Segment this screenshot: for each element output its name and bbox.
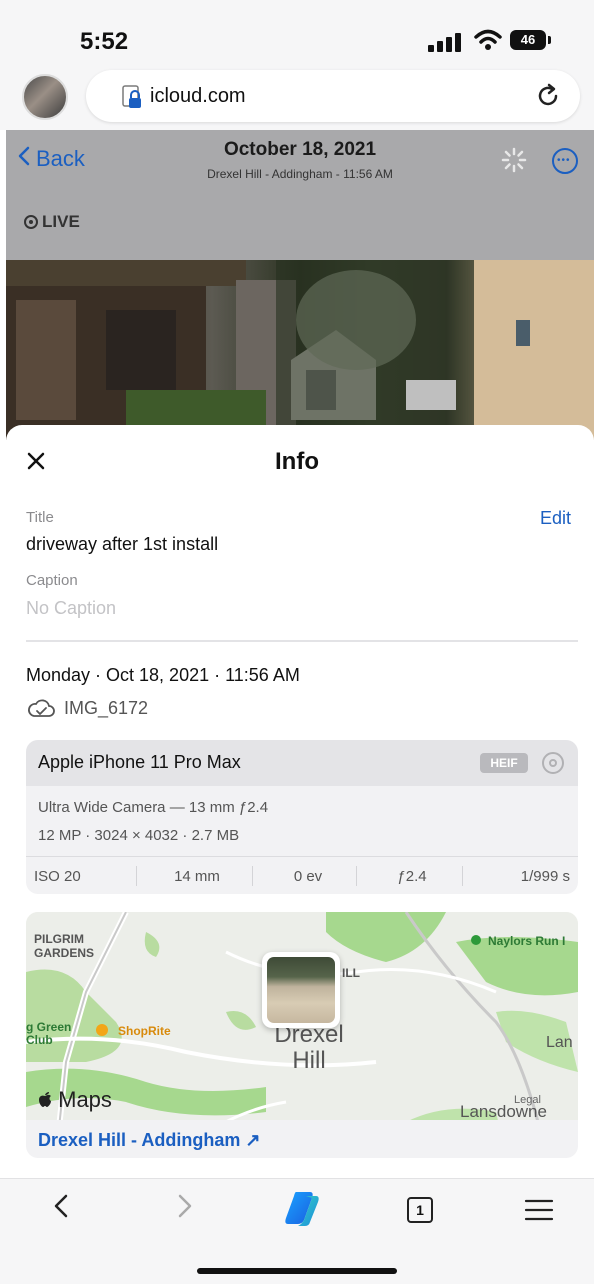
map-label-park: Club [26,1033,53,1047]
url-text[interactable]: icloud.com [150,85,246,108]
chevron-right-icon [178,1194,192,1218]
tabs-button[interactable]: 1 [407,1197,433,1223]
caption-label: Caption [26,572,78,589]
title-label: Title [26,509,54,526]
more-options-button[interactable]: ••• [552,148,578,174]
avatar[interactable] [22,74,68,120]
map-label: GARDENS [34,946,95,960]
copilot-icon [285,1192,319,1226]
wifi-icon [474,28,502,57]
device-name: Apple iPhone 11 Pro Max [38,752,241,772]
status-time: 5:52 [80,28,129,55]
browser-forward-button[interactable] [174,1192,194,1228]
info-title: Info [275,448,319,475]
live-photo-off-icon [542,752,564,774]
location-link[interactable]: Drexel Hill - Addingham ↗ [38,1130,260,1151]
map-label: Lan [546,1034,573,1051]
live-photo-badge[interactable]: LIVE [24,212,80,232]
live-label: LIVE [42,212,80,231]
photo-date-title: October 18, 2021 [223,139,377,160]
chevron-left-icon [18,146,30,172]
back-button[interactable]: Back [18,146,85,172]
loading-spinner-icon [500,146,528,179]
exif-separator [462,866,463,886]
capture-datetime: Monday · Oct 18, 2021 · 11:56 AM [26,665,300,685]
home-indicator [197,1268,397,1274]
chevron-left-icon [54,1194,68,1218]
map-label: PILGRIM [34,932,84,946]
file-details: 12 MP · 3024 × 4032 · 2.7 MB [38,827,240,844]
browser-back-button[interactable] [52,1192,72,1228]
exif-shutter: 1/999 s [520,868,570,885]
divider [26,640,578,642]
site-lock-icon[interactable] [122,84,144,115]
ellipsis-icon: ••• [557,155,571,166]
map-photo-pin[interactable] [262,952,340,1028]
copilot-button[interactable] [280,1186,324,1235]
apple-maps-logo: Maps [38,1087,112,1113]
hamburger-menu-icon [524,1199,554,1221]
map-town-line: Hill [292,1047,326,1074]
cloud-icon [26,697,56,724]
photo-location-subtitle: Drexel Hill - Addingham - 11:56 AM [207,167,393,181]
map-label-store: ShopRite [118,1024,171,1038]
title-value[interactable]: driveway after 1st install [26,534,218,555]
live-photo-icon [24,215,38,229]
format-badge: HEIF [480,753,528,773]
exif-separator [252,866,253,886]
maps-brand-label: Maps [58,1087,112,1112]
exif-separator [136,866,137,886]
battery-icon: 46 [510,30,551,50]
map-label: ILL [342,966,360,980]
exif-divider [26,856,578,857]
map-legal-link[interactable]: Legal [514,1094,541,1106]
lens-info: Ultra Wide Camera — 13 mm ƒ2.4 [38,799,269,816]
caption-field[interactable]: No Caption [26,598,116,619]
photo-preview[interactable] [6,260,594,440]
exif-aperture: ƒ2.4 [397,868,427,885]
reload-icon[interactable] [534,82,562,115]
map-label-park: g Green [26,1020,72,1034]
menu-button[interactable] [524,1198,554,1227]
back-label: Back [36,146,85,171]
exif-exposure: 0 ev [293,868,323,885]
map-town-label: Drexel Hill [264,1022,354,1074]
photo-pin-thumbnail [267,957,335,1023]
exif-separator [356,866,357,886]
exif-focal-length: 14 mm [174,868,220,885]
cellular-signal-icon [428,32,464,57]
exif-iso: ISO 20 [34,868,81,885]
edit-button[interactable]: Edit [540,508,571,529]
apple-logo-icon [38,1087,58,1112]
map-label-park: Naylors Run I [488,934,566,948]
file-name: IMG_6172 [64,698,149,718]
